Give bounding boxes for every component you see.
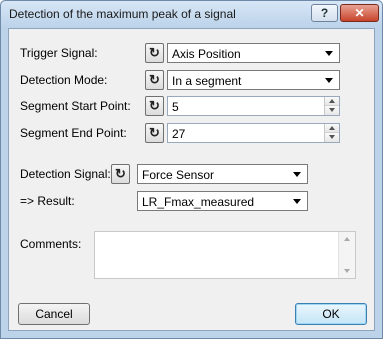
detection-signal-select[interactable]: Force Sensor (137, 164, 308, 184)
arrow-down-icon (329, 108, 335, 112)
detection-signal-label: Detection Signal: (20, 167, 111, 181)
chevron-down-icon (325, 51, 333, 56)
increment-button[interactable] (325, 97, 339, 106)
chevron-down-icon (325, 78, 333, 83)
ok-button[interactable]: OK (295, 303, 367, 325)
arrow-up-icon (329, 99, 335, 103)
detection-signal-refresh-icon[interactable]: ↻ (111, 164, 130, 184)
detection-mode-label: Detection Mode: (20, 73, 108, 87)
result-value: LR_Fmax_measured (142, 195, 255, 209)
comments-scrollbar[interactable] (338, 232, 355, 278)
cancel-button[interactable]: Cancel (18, 303, 90, 325)
decrement-button[interactable] (325, 106, 339, 115)
dialog-window: Detection of the maximum peak of a signa… (0, 0, 383, 339)
arrow-down-icon (329, 135, 335, 139)
segment-start-refresh-icon[interactable]: ↻ (145, 96, 164, 116)
scroll-up-icon[interactable] (344, 237, 350, 241)
trigger-signal-label: Trigger Signal: (20, 46, 98, 60)
close-button[interactable]: ✕ (340, 4, 379, 22)
comments-textarea[interactable] (94, 231, 356, 279)
segment-start-stepper[interactable]: 5 (167, 96, 340, 116)
result-label: => Result: (20, 194, 75, 208)
segment-start-value: 5 (172, 100, 179, 114)
scroll-down-icon[interactable] (344, 269, 350, 273)
result-select[interactable]: LR_Fmax_measured (137, 191, 308, 211)
detection-mode-refresh-icon[interactable]: ↻ (145, 70, 164, 90)
arrow-up-icon (329, 126, 335, 130)
decrement-button[interactable] (325, 133, 339, 142)
trigger-signal-select[interactable]: Axis Position (167, 43, 340, 63)
title-bar[interactable]: Detection of the maximum peak of a signa… (1, 1, 382, 27)
spin-buttons (324, 97, 339, 115)
detection-mode-value: In a segment (172, 74, 242, 88)
window-title: Detection of the maximum peak of a signa… (9, 7, 236, 21)
increment-button[interactable] (325, 124, 339, 133)
comments-label: Comments: (20, 237, 82, 251)
trigger-signal-refresh-icon[interactable]: ↻ (145, 43, 164, 63)
segment-end-refresh-icon[interactable]: ↻ (145, 123, 164, 143)
help-button[interactable]: ? (311, 4, 338, 22)
chevron-down-icon (293, 172, 301, 177)
segment-end-label: Segment End Point: (20, 126, 127, 140)
detection-signal-value: Force Sensor (142, 168, 215, 182)
segment-end-value: 27 (172, 127, 186, 141)
chevron-down-icon (293, 199, 301, 204)
trigger-signal-value: Axis Position (172, 47, 241, 61)
dialog-body: Trigger Signal: ↻ Axis Position Detectio… (8, 28, 375, 331)
segment-start-label: Segment Start Point: (20, 99, 131, 113)
detection-mode-select[interactable]: In a segment (167, 70, 340, 90)
spin-buttons (324, 124, 339, 142)
segment-end-stepper[interactable]: 27 (167, 123, 340, 143)
